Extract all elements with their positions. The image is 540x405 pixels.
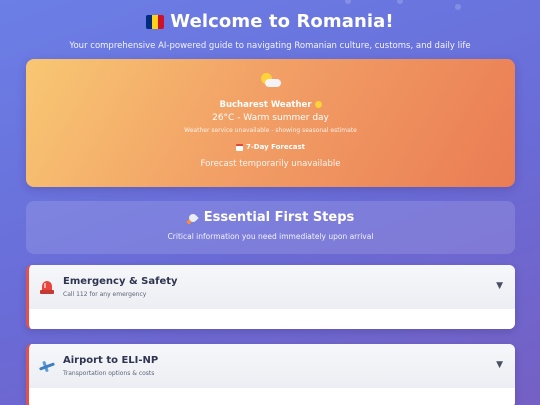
emergency-safety-header[interactable]: Emergency & Safety Call 112 for any emer… (29, 265, 515, 309)
page-subtitle: Your comprehensive AI-powered guide to n… (69, 41, 471, 51)
sun-icon (314, 101, 322, 108)
forecast-label: 7-Day Forecast (246, 143, 305, 151)
airport-header[interactable]: Airport to ELI-NP Transportation options… (29, 344, 515, 388)
decorative-dots (0, 0, 540, 20)
siren-icon (39, 279, 55, 295)
emergency-safety-card[interactable]: Emergency & Safety Call 112 for any emer… (26, 265, 515, 329)
rocket-icon (186, 212, 199, 224)
first-steps-title: Essential First Steps (26, 210, 515, 225)
forecast-heading: 7-Day Forecast (26, 143, 515, 151)
card-subtitle: Call 112 for any emergency (63, 291, 147, 298)
first-steps-title-text: Essential First Steps (203, 210, 355, 225)
chevron-down-icon[interactable]: ▼ (496, 281, 503, 291)
card-body (29, 309, 515, 329)
forecast-status: Forecast temporarily unavailable (200, 159, 341, 169)
card-title: Emergency & Safety (63, 276, 178, 287)
first-steps-subtitle: Critical information you need immediatel… (167, 232, 374, 241)
airport-card[interactable]: Airport to ELI-NP Transportation options… (26, 344, 515, 405)
weather-note: Weather service unavailable - showing se… (184, 127, 357, 134)
chevron-down-icon[interactable]: ▼ (496, 360, 503, 370)
first-steps-section: Essential First Steps Critical informati… (26, 201, 515, 254)
card-subtitle: Transportation options & costs (63, 370, 155, 377)
sun-behind-cloud-icon (260, 73, 282, 89)
calendar-icon (236, 143, 243, 151)
weather-city: Bucharest Weather (26, 100, 515, 110)
card-body (29, 388, 515, 405)
card-title: Airport to ELI-NP (63, 355, 159, 366)
weather-card: Bucharest Weather 26°C - Warm summer day… (26, 59, 515, 187)
weather-city-label: Bucharest Weather (219, 100, 312, 110)
airplane-icon (38, 358, 56, 374)
weather-temperature: 26°C - Warm summer day (212, 113, 329, 123)
